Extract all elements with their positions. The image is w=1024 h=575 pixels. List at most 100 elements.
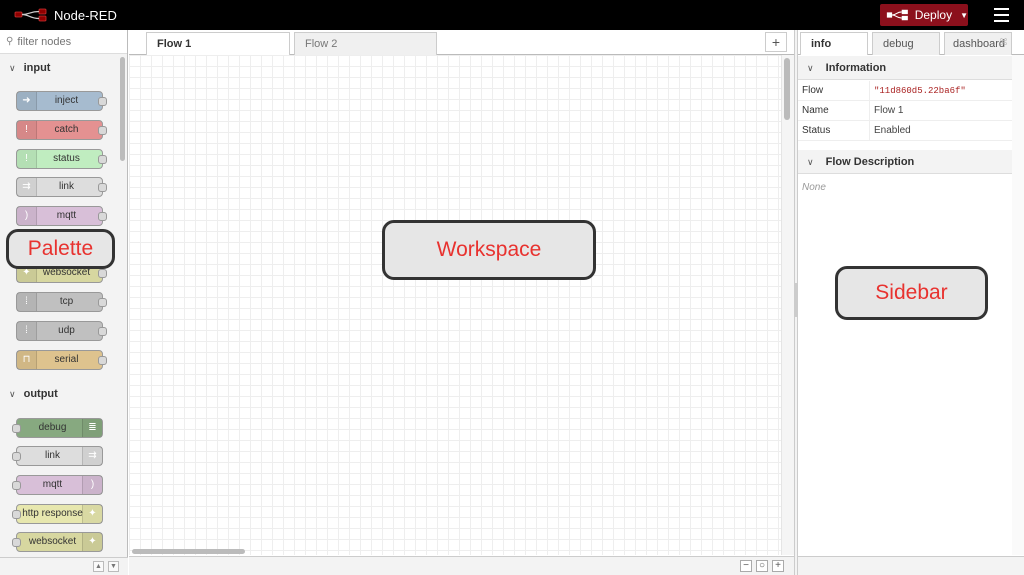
palette-node-debug[interactable]: debug ≣: [12, 418, 103, 438]
input-port: [12, 510, 21, 519]
information-section-header[interactable]: ∨ Information: [798, 56, 1012, 80]
bridge-icon: ⁞: [17, 293, 37, 311]
node-label: websocket: [28, 536, 77, 547]
annotation-label: Workspace: [436, 238, 542, 261]
alert-icon: !: [17, 121, 37, 139]
bridge-icon: ⁞: [17, 322, 37, 340]
category-label: input: [23, 62, 51, 74]
sidebar-tabs: info debug dashboard ⌘: [798, 30, 1024, 55]
category-header-input[interactable]: ∨ input: [0, 56, 118, 80]
caret-down-icon[interactable]: ▼: [960, 11, 968, 20]
property-row-flow: Flow "11d860d5.22ba6f": [798, 81, 1012, 101]
globe-icon: ✦: [82, 505, 102, 523]
workspace-canvas[interactable]: [129, 55, 781, 555]
zoom-reset-icon[interactable]: ○: [756, 560, 768, 572]
output-port: [98, 183, 107, 192]
palette-node-inject[interactable]: ➜ inject: [16, 91, 107, 111]
category-header-output[interactable]: ∨ output: [0, 382, 118, 406]
resize-grip-icon[interactable]: [795, 283, 797, 317]
zoom-in-icon[interactable]: +: [772, 560, 784, 572]
broadcast-icon: ): [17, 207, 37, 225]
palette-panel: ⚲ ∨ input ➜ inject ! catch ! status ⇉ li…: [0, 30, 128, 575]
app-title: Node-RED: [54, 7, 117, 23]
palette-node-status[interactable]: ! status: [16, 149, 107, 169]
palette-search[interactable]: ⚲: [0, 30, 127, 54]
node-label: serial: [54, 354, 79, 365]
node-label: status: [53, 153, 80, 164]
palette-node-tcp[interactable]: ⁞ tcp: [16, 292, 107, 312]
sidebar-tab-debug[interactable]: debug: [872, 32, 940, 55]
output-port: [98, 155, 107, 164]
workspace-tabs: Flow 1 Flow 2 +: [129, 30, 794, 55]
palette-footer: ▲ ▼: [0, 557, 128, 575]
palette-node-serial[interactable]: ⊓ serial: [16, 350, 107, 370]
annotation-label: Palette: [27, 237, 94, 260]
sidebar-scroll-track: [1012, 55, 1024, 555]
filter-nodes-input[interactable]: [17, 35, 118, 48]
tab-label: Flow 1: [157, 38, 192, 50]
deploy-button[interactable]: Deploy ▼: [880, 4, 968, 26]
output-port: [98, 97, 107, 106]
node-label: mqtt: [56, 210, 77, 221]
link-icon: ⇉: [17, 178, 37, 196]
palette-node-mqtt[interactable]: ) mqtt: [16, 206, 107, 226]
node-label: tcp: [59, 296, 74, 307]
input-port: [12, 424, 21, 433]
section-title: Flow Description: [825, 156, 915, 168]
annotation-label: Sidebar: [875, 281, 948, 304]
output-port: [98, 298, 107, 307]
close-tab-icon[interactable]: ⌘: [999, 37, 1008, 48]
palette-node-link[interactable]: ⇉ link: [16, 177, 107, 197]
tab-label: Flow 2: [305, 38, 338, 50]
node-label: udp: [58, 325, 75, 336]
add-flow-button[interactable]: +: [765, 32, 787, 52]
palette-node-http-response[interactable]: http response ✦: [12, 504, 103, 524]
palette-node-websocket-out[interactable]: websocket ✦: [12, 532, 103, 552]
palette-node-udp[interactable]: ⁞ udp: [16, 321, 107, 341]
palette-node-mqtt-out[interactable]: mqtt ): [12, 475, 103, 495]
tab-label: debug: [883, 38, 914, 50]
tab-label: dashboard: [953, 38, 1005, 50]
broadcast-icon: ): [82, 476, 102, 494]
workspace-annotation: Workspace: [382, 220, 596, 280]
node-label: link: [44, 450, 60, 461]
palette-node-link-out[interactable]: link ⇉: [12, 446, 103, 466]
input-port: [12, 481, 21, 490]
tab-flow-2[interactable]: Flow 2: [294, 32, 437, 55]
workspace-horizontal-scrollbar[interactable]: [132, 549, 245, 554]
collapse-all-icon[interactable]: ▲: [93, 561, 104, 572]
output-port: [98, 126, 107, 135]
workspace-vertical-scrollbar[interactable]: [784, 58, 790, 120]
property-value: "11d860d5.22ba6f": [874, 86, 966, 96]
node-label: inject: [54, 95, 79, 106]
palette-node-catch[interactable]: ! catch: [16, 120, 107, 140]
deploy-icon: [886, 9, 908, 21]
chevron-down-icon: ∨: [9, 62, 16, 73]
flow-description-section-header[interactable]: ∨ Flow Description: [798, 150, 1012, 174]
chevron-down-icon: ∨: [807, 157, 814, 167]
sidebar-tab-info[interactable]: info: [800, 32, 868, 55]
chevron-down-icon: ∨: [807, 63, 814, 73]
plus-icon: +: [771, 34, 781, 50]
section-title: Information: [825, 62, 887, 74]
list-icon: ≣: [82, 419, 102, 437]
input-port: [12, 452, 21, 461]
expand-all-icon[interactable]: ▼: [108, 561, 119, 572]
property-row-name: Name Flow 1: [798, 101, 1012, 121]
sidebar-footer: [798, 556, 1024, 575]
node-label: mqtt: [42, 479, 63, 490]
hamburger-menu-icon[interactable]: [994, 8, 1009, 22]
node-label: debug: [38, 422, 67, 433]
serial-wave-icon: ⊓: [17, 351, 37, 369]
output-port: [98, 356, 107, 365]
zoom-out-icon[interactable]: −: [740, 560, 752, 572]
tab-flow-1[interactable]: Flow 1: [146, 32, 290, 55]
palette-scrollbar[interactable]: [120, 57, 125, 161]
property-key: Name: [802, 105, 829, 116]
search-icon: ⚲: [6, 36, 14, 47]
property-value: Flow 1: [874, 105, 904, 116]
workspace-vscroll-track: [781, 55, 794, 555]
deploy-label: Deploy: [914, 8, 953, 22]
output-port: [98, 212, 107, 221]
arrow-right-icon: ➜: [17, 92, 37, 110]
